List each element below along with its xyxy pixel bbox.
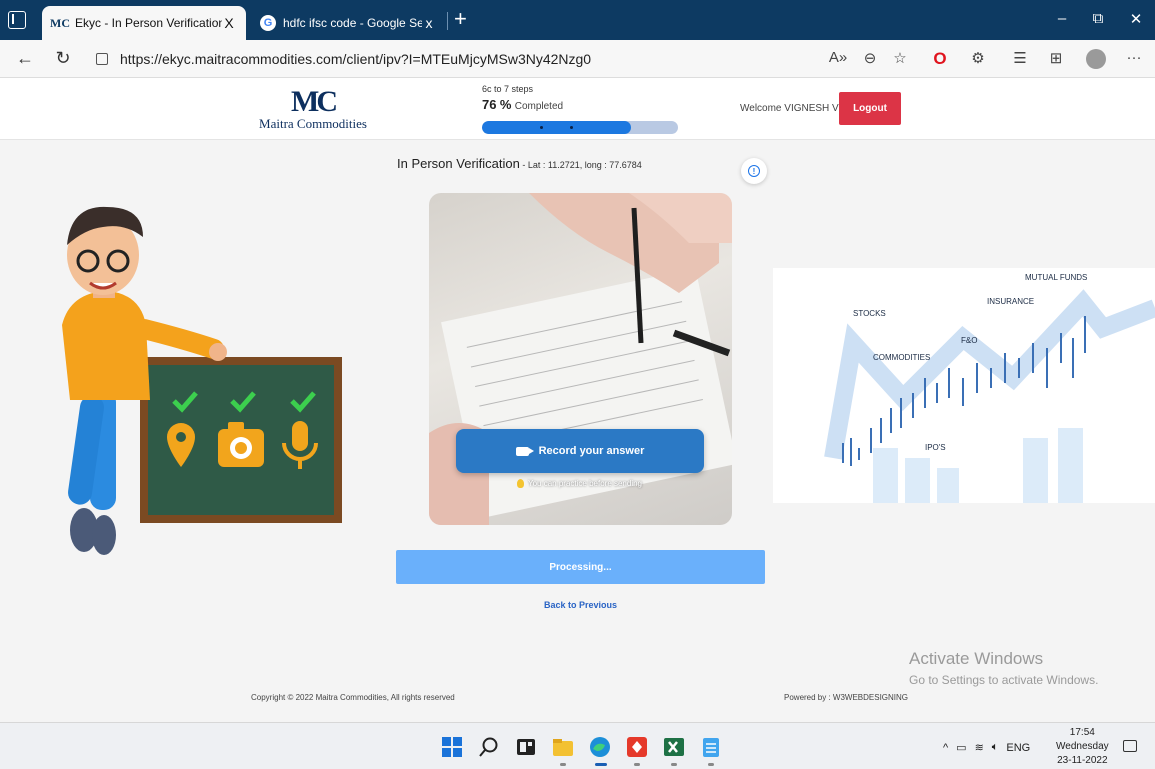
battery-icon[interactable]: ▭ (956, 741, 966, 754)
running-indicator (634, 763, 640, 766)
info-button[interactable]: ! (741, 158, 767, 184)
minimize-icon[interactable]: – (1052, 10, 1072, 27)
running-indicator (560, 763, 566, 766)
maitra-favicon-icon: MC (50, 15, 70, 30)
progress-step-dot (570, 126, 573, 129)
tab-title: hdfc ifsc code - Google Search (283, 16, 422, 30)
company-logo[interactable]: MC Maitra Commodities (258, 85, 368, 132)
label-fo: F&O (961, 336, 977, 345)
record-answer-button[interactable]: Record your answer (456, 429, 704, 473)
running-indicator (671, 763, 677, 766)
address-bar: ← ↻ https://ekyc.maitracommodities.com/c… (0, 40, 1155, 78)
tab-actions-icon[interactable] (8, 11, 26, 29)
notepad-icon[interactable] (700, 736, 722, 758)
lightbulb-icon (517, 479, 524, 488)
active-app-indicator (595, 763, 607, 766)
extensions-icon[interactable]: ⚙ (968, 49, 988, 67)
clock-time: 17:54 (1069, 727, 1095, 738)
finance-chart-illustration: MUTUAL FUNDS INSURANCE STOCKS F&O COMMOD… (773, 268, 1155, 503)
profile-avatar[interactable] (1086, 49, 1106, 69)
logo-mark: MC (291, 85, 338, 118)
page-title: In Person Verification (397, 156, 520, 171)
character-illustration (62, 206, 342, 555)
favorite-star-icon[interactable]: ☆ (890, 49, 910, 67)
more-menu-icon[interactable]: ··· (1124, 49, 1144, 66)
url-text: https://ekyc.maitracommodities.com/clien… (120, 51, 592, 67)
lock-icon (96, 53, 108, 65)
google-favicon-icon: G (260, 15, 276, 31)
progress-bar-fill (482, 121, 631, 134)
powered-by-text: Powered by : W3WEBDESIGNING (784, 693, 909, 702)
url-field[interactable]: https://ekyc.maitracommodities.com/clien… (96, 46, 836, 72)
progress-percent-row: 76 % Completed (482, 97, 682, 112)
tab-title: Ekyc - In Person Verification (75, 16, 222, 30)
read-aloud-icon[interactable]: A» (828, 49, 848, 66)
label-insurance: INSURANCE (987, 297, 1034, 306)
copyright-text: Copyright © 2022 Maitra Commodities, All… (251, 693, 455, 702)
zoom-icon[interactable]: ⊖ (860, 49, 880, 67)
anydesk-icon[interactable] (626, 736, 648, 758)
taskbar-clock[interactable]: 17:54 Wednesday 23-11-2022 (1056, 726, 1109, 768)
tab-separator (447, 12, 448, 30)
video-camera-icon (515, 446, 534, 456)
label-commodities: COMMODITIES (873, 353, 930, 362)
opera-extension-icon[interactable]: O (930, 49, 950, 69)
info-icon: ! (748, 165, 760, 177)
steps-progress: 6c to 7 steps 76 % Completed (482, 84, 682, 134)
activate-windows-watermark: Activate Windows Go to Settings to activ… (909, 649, 1098, 687)
wifi-icon[interactable]: ≋ (975, 741, 984, 754)
watermark-line2: Go to Settings to activate Windows. (909, 673, 1099, 687)
restore-icon[interactable]: ⧉ (1088, 10, 1108, 27)
progress-bar (482, 121, 678, 134)
excel-icon[interactable] (663, 736, 685, 758)
browser-tab-bar: MC Ekyc - In Person Verification X G hdf… (0, 0, 1155, 40)
back-to-previous-link[interactable]: Back to Previous (544, 600, 617, 610)
welcome-text: Welcome VIGNESH V (740, 103, 839, 114)
back-arrow-icon[interactable]: ← (14, 48, 36, 69)
volume-icon[interactable]: 🔈︎ (992, 741, 999, 754)
window-close-icon[interactable]: ✕ (1126, 10, 1146, 28)
clock-day: Wednesday (1056, 741, 1109, 752)
practice-note: You can practice before sending (517, 479, 642, 488)
processing-button[interactable]: Processing... (396, 550, 765, 584)
windows-start-icon[interactable] (441, 736, 463, 758)
label-mutual-funds: MUTUAL FUNDS (1025, 273, 1087, 282)
progress-percent: 76 (482, 97, 497, 112)
camera-preview: Record your answer You can practice befo… (429, 193, 732, 525)
chevron-up-icon[interactable]: ^ (943, 742, 948, 754)
label-stocks: STOCKS (853, 309, 886, 318)
record-label: Record your answer (538, 445, 645, 457)
watermark-line1: Activate Windows (909, 649, 1044, 668)
new-tab-button[interactable]: + (454, 8, 467, 30)
edge-browser-icon[interactable] (589, 736, 611, 758)
system-tray: ^ ▭ ≋ 🔈︎ ENG (943, 741, 1030, 754)
logout-button[interactable]: Logout (839, 92, 901, 125)
site-header: MC Maitra Commodities 6c to 7 steps 76 %… (0, 78, 1155, 140)
running-indicator (708, 763, 714, 766)
document-signing-photo (429, 193, 732, 525)
label-ipos: IPO'S (925, 443, 946, 452)
collections-icon[interactable]: ⊞ (1046, 49, 1066, 67)
steps-label: 6c to 7 steps (482, 84, 534, 94)
favorites-icon[interactable]: ☰ (1010, 49, 1030, 67)
notification-icon[interactable] (1123, 740, 1137, 752)
tab-google-search[interactable]: G hdfc ifsc code - Google Search x (250, 6, 446, 40)
logo-name: Maitra Commodities (259, 116, 367, 131)
clock-date: 23-11-2022 (1057, 755, 1108, 766)
progress-step-dot (540, 126, 543, 129)
search-icon[interactable] (478, 736, 500, 758)
tab-close-icon[interactable]: x (422, 15, 436, 31)
practice-text: You can practice before sending (528, 479, 643, 488)
coordinates-text: - Lat : 11.2721, long : 77.6784 (519, 160, 642, 170)
percent-sign: % (499, 97, 512, 112)
verification-title: In Person Verification - Lat : 11.2721, … (397, 156, 642, 171)
refresh-icon[interactable]: ↻ (52, 48, 74, 69)
tab-close-icon[interactable]: X (222, 15, 236, 31)
task-view-icon[interactable] (515, 736, 537, 758)
language-indicator[interactable]: ENG (1006, 742, 1030, 754)
completed-label: Completed (514, 101, 564, 112)
tab-ekyc[interactable]: MC Ekyc - In Person Verification X (42, 6, 246, 40)
file-explorer-icon[interactable] (552, 736, 574, 758)
windows-taskbar: ^ ▭ ≋ 🔈︎ ENG 17:54 Wednesday 23-11-2022 (0, 722, 1155, 769)
